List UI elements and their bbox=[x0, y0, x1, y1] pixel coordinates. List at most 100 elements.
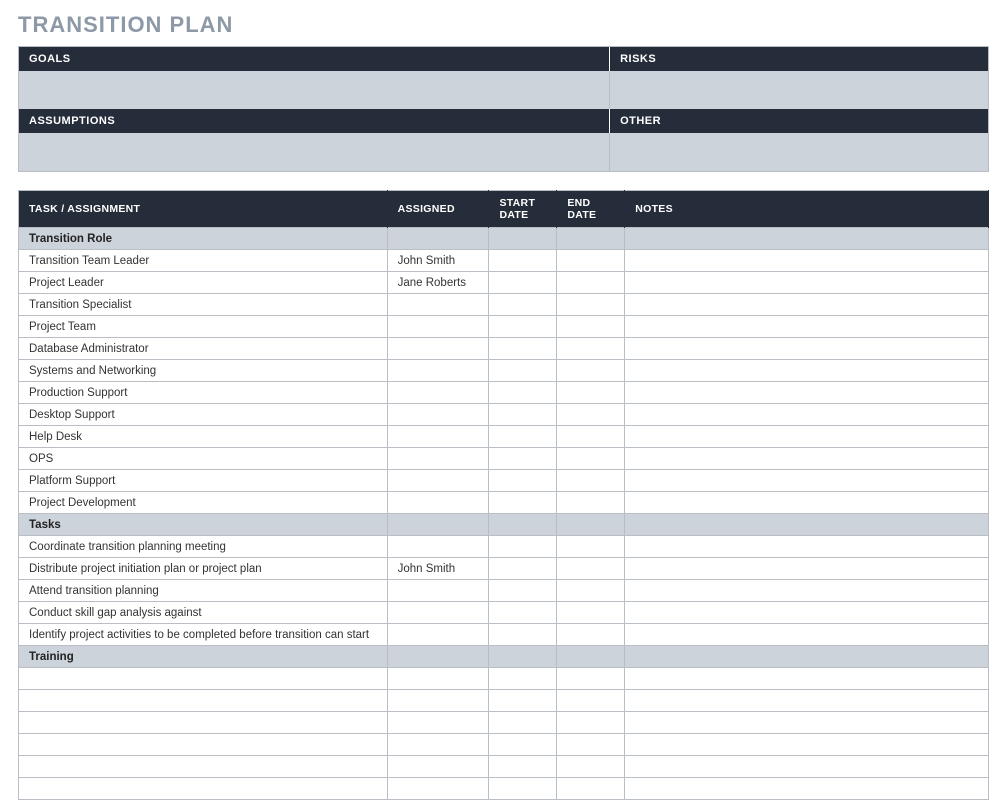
cell-notes[interactable] bbox=[625, 690, 989, 712]
cell-end[interactable] bbox=[557, 536, 625, 558]
cell-end[interactable] bbox=[557, 338, 625, 360]
cell-end[interactable] bbox=[557, 272, 625, 294]
cell-start[interactable] bbox=[489, 778, 557, 800]
cell-task[interactable]: Distribute project initiation plan or pr… bbox=[19, 558, 388, 580]
cell-start[interactable] bbox=[489, 404, 557, 426]
cell-notes[interactable] bbox=[625, 470, 989, 492]
cell-assigned[interactable] bbox=[387, 316, 489, 338]
cell-assigned[interactable] bbox=[387, 294, 489, 316]
cell-task[interactable]: Desktop Support bbox=[19, 404, 388, 426]
cell-end[interactable] bbox=[557, 404, 625, 426]
cell-notes[interactable] bbox=[625, 316, 989, 338]
cell-start[interactable] bbox=[489, 690, 557, 712]
cell-notes[interactable] bbox=[625, 778, 989, 800]
cell-task[interactable]: Platform Support bbox=[19, 470, 388, 492]
cell-notes[interactable] bbox=[625, 294, 989, 316]
cell-start[interactable] bbox=[489, 712, 557, 734]
cell-assigned[interactable] bbox=[387, 382, 489, 404]
cell-notes[interactable] bbox=[625, 272, 989, 294]
cell-end[interactable] bbox=[557, 558, 625, 580]
cell-end[interactable] bbox=[557, 448, 625, 470]
cell-end[interactable] bbox=[557, 624, 625, 646]
cell-assigned[interactable]: John Smith bbox=[387, 250, 489, 272]
cell-start[interactable] bbox=[489, 536, 557, 558]
cell-end[interactable] bbox=[557, 294, 625, 316]
cell-start[interactable] bbox=[489, 382, 557, 404]
cell-end[interactable] bbox=[557, 712, 625, 734]
cell-notes[interactable] bbox=[625, 338, 989, 360]
cell-start[interactable] bbox=[489, 492, 557, 514]
cell-assigned[interactable] bbox=[387, 536, 489, 558]
assumptions-cell[interactable] bbox=[19, 133, 610, 171]
cell-end[interactable] bbox=[557, 360, 625, 382]
cell-task[interactable]: Transition Team Leader bbox=[19, 250, 388, 272]
cell-assigned[interactable]: Jane Roberts bbox=[387, 272, 489, 294]
cell-notes[interactable] bbox=[625, 536, 989, 558]
cell-start[interactable] bbox=[489, 250, 557, 272]
cell-assigned[interactable] bbox=[387, 492, 489, 514]
cell-task[interactable]: Coordinate transition planning meeting bbox=[19, 536, 388, 558]
cell-assigned[interactable] bbox=[387, 580, 489, 602]
cell-end[interactable] bbox=[557, 470, 625, 492]
cell-end[interactable] bbox=[557, 250, 625, 272]
cell-notes[interactable] bbox=[625, 360, 989, 382]
cell-task[interactable]: Conduct skill gap analysis against bbox=[19, 602, 388, 624]
cell-end[interactable] bbox=[557, 426, 625, 448]
goals-cell[interactable] bbox=[19, 71, 610, 109]
cell-notes[interactable] bbox=[625, 624, 989, 646]
cell-assigned[interactable] bbox=[387, 426, 489, 448]
cell-task[interactable]: Project Leader bbox=[19, 272, 388, 294]
cell-task[interactable]: Attend transition planning bbox=[19, 580, 388, 602]
cell-start[interactable] bbox=[489, 470, 557, 492]
cell-end[interactable] bbox=[557, 756, 625, 778]
cell-start[interactable] bbox=[489, 360, 557, 382]
cell-task[interactable] bbox=[19, 756, 388, 778]
cell-task[interactable] bbox=[19, 734, 388, 756]
cell-end[interactable] bbox=[557, 382, 625, 404]
cell-assigned[interactable] bbox=[387, 360, 489, 382]
cell-task[interactable]: Project Team bbox=[19, 316, 388, 338]
cell-start[interactable] bbox=[489, 580, 557, 602]
cell-end[interactable] bbox=[557, 690, 625, 712]
cell-task[interactable] bbox=[19, 778, 388, 800]
cell-assigned[interactable] bbox=[387, 712, 489, 734]
cell-task[interactable]: Transition Specialist bbox=[19, 294, 388, 316]
cell-start[interactable] bbox=[489, 426, 557, 448]
cell-end[interactable] bbox=[557, 316, 625, 338]
cell-notes[interactable] bbox=[625, 448, 989, 470]
cell-task[interactable]: Identify project activities to be comple… bbox=[19, 624, 388, 646]
cell-notes[interactable] bbox=[625, 734, 989, 756]
cell-start[interactable] bbox=[489, 624, 557, 646]
cell-start[interactable] bbox=[489, 558, 557, 580]
cell-end[interactable] bbox=[557, 580, 625, 602]
cell-notes[interactable] bbox=[625, 492, 989, 514]
cell-notes[interactable] bbox=[625, 382, 989, 404]
cell-notes[interactable] bbox=[625, 404, 989, 426]
cell-start[interactable] bbox=[489, 756, 557, 778]
cell-assigned[interactable] bbox=[387, 778, 489, 800]
cell-notes[interactable] bbox=[625, 712, 989, 734]
cell-assigned[interactable]: John Smith bbox=[387, 558, 489, 580]
cell-end[interactable] bbox=[557, 602, 625, 624]
cell-task[interactable] bbox=[19, 690, 388, 712]
cell-start[interactable] bbox=[489, 668, 557, 690]
cell-task[interactable]: Production Support bbox=[19, 382, 388, 404]
cell-notes[interactable] bbox=[625, 602, 989, 624]
cell-task[interactable]: Project Development bbox=[19, 492, 388, 514]
cell-notes[interactable] bbox=[625, 558, 989, 580]
cell-task[interactable]: Systems and Networking bbox=[19, 360, 388, 382]
cell-assigned[interactable] bbox=[387, 470, 489, 492]
cell-start[interactable] bbox=[489, 294, 557, 316]
cell-end[interactable] bbox=[557, 492, 625, 514]
cell-end[interactable] bbox=[557, 734, 625, 756]
cell-end[interactable] bbox=[557, 778, 625, 800]
cell-assigned[interactable] bbox=[387, 624, 489, 646]
cell-start[interactable] bbox=[489, 448, 557, 470]
cell-assigned[interactable] bbox=[387, 690, 489, 712]
cell-start[interactable] bbox=[489, 338, 557, 360]
other-cell[interactable] bbox=[610, 133, 988, 171]
cell-notes[interactable] bbox=[625, 756, 989, 778]
cell-assigned[interactable] bbox=[387, 602, 489, 624]
cell-task[interactable] bbox=[19, 668, 388, 690]
cell-notes[interactable] bbox=[625, 580, 989, 602]
